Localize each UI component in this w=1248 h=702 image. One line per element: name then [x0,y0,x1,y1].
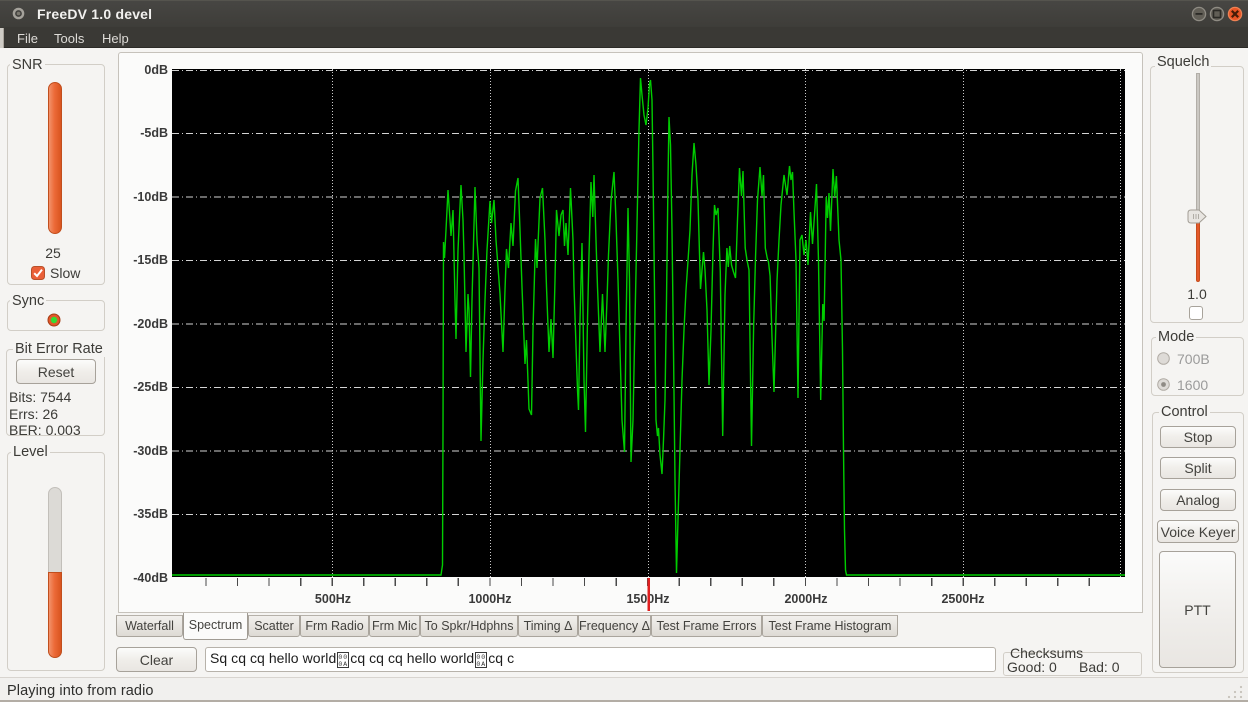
svg-text:-5dB: -5dB [140,126,168,140]
svg-text:0dB: 0dB [144,63,168,77]
svg-text:-25dB: -25dB [133,380,168,394]
svg-text:-10dB: -10dB [133,190,168,204]
svg-text:-35dB: -35dB [133,507,168,521]
svg-text:1000Hz: 1000Hz [468,592,511,606]
svg-text:-20dB: -20dB [133,317,168,331]
svg-text:-30dB: -30dB [133,444,168,458]
svg-text:-40dB: -40dB [133,571,168,585]
svg-text:-15dB: -15dB [133,253,168,267]
svg-text:500Hz: 500Hz [315,592,351,606]
svg-text:2500Hz: 2500Hz [941,592,984,606]
svg-text:2000Hz: 2000Hz [784,592,827,606]
